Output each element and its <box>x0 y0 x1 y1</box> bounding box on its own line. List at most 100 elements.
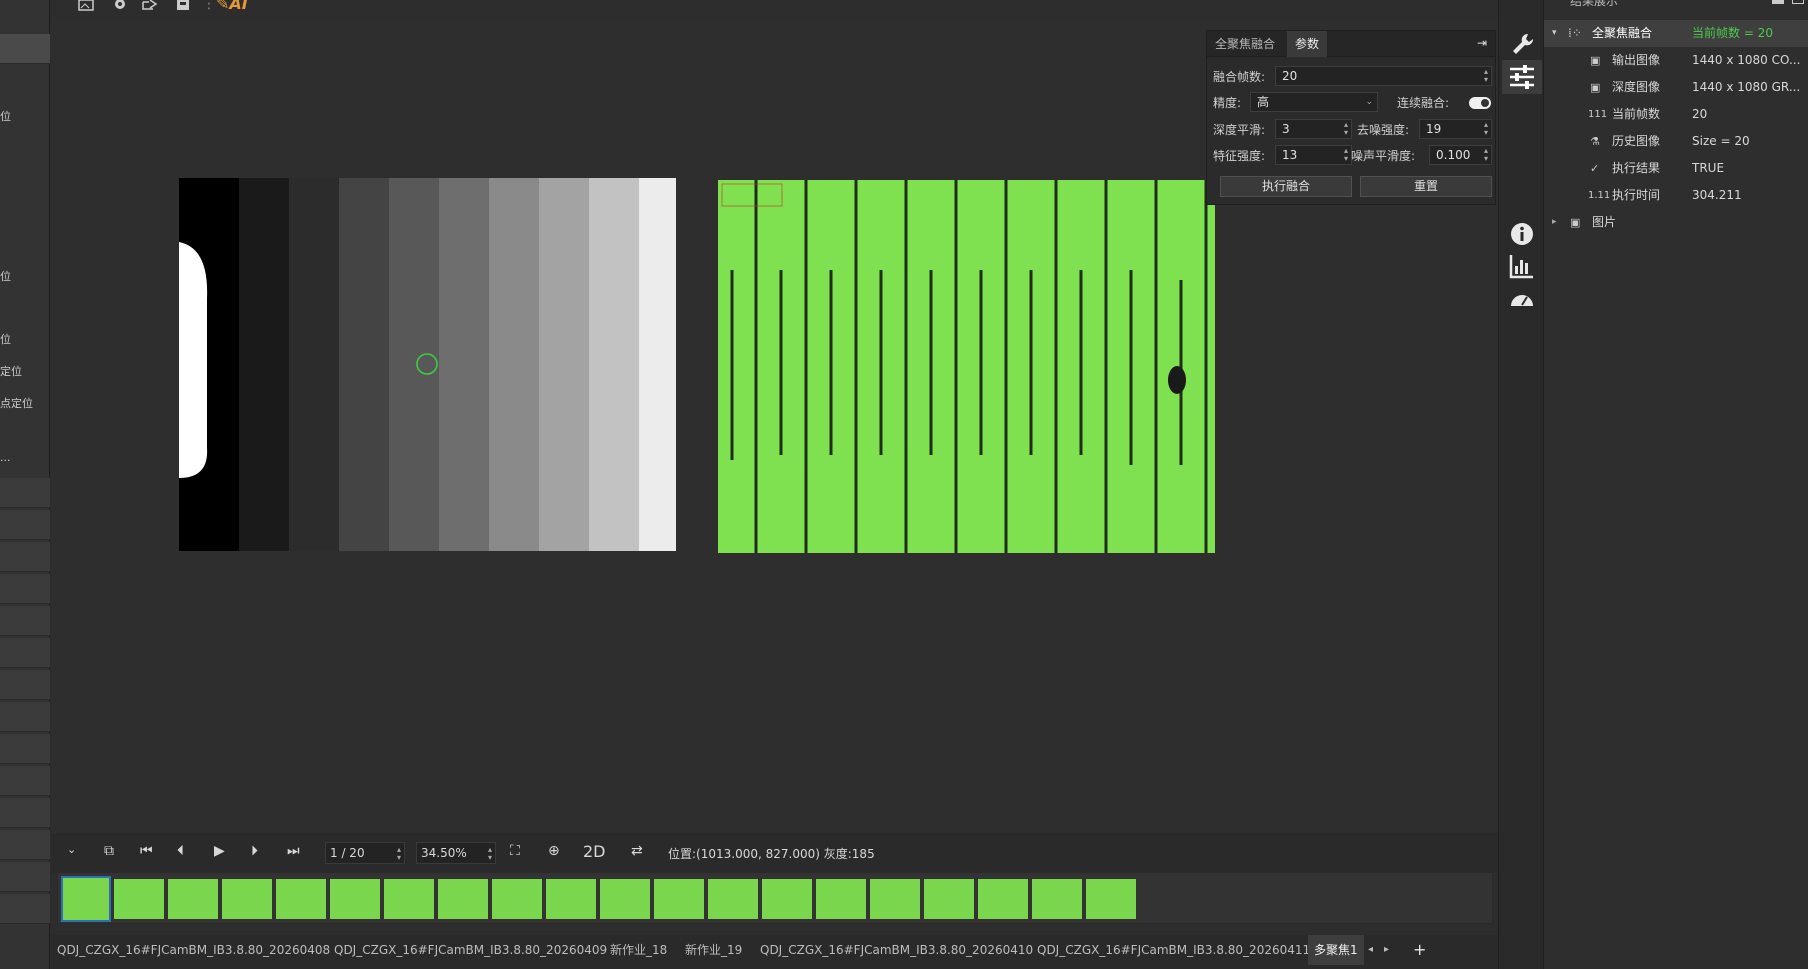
result-row-history-images[interactable]: ⚗ 历史图像 Size = 20 <box>1544 128 1808 155</box>
doc-tab-active[interactable]: 多聚焦1 <box>1308 935 1364 965</box>
spin-icon[interactable]: ▴ ▾ <box>1484 121 1488 137</box>
left-panel-item[interactable]: 位 <box>0 331 50 347</box>
thumbnail[interactable] <box>168 879 218 919</box>
left-panel-item[interactable]: ... <box>0 451 50 464</box>
thumbnail[interactable] <box>978 879 1028 919</box>
left-panel-row[interactable] <box>0 830 50 860</box>
thumbnail[interactable] <box>438 879 488 919</box>
export-icon[interactable] <box>141 0 159 12</box>
left-panel-row[interactable] <box>0 670 50 700</box>
thumbnail[interactable] <box>762 879 812 919</box>
image-add-icon[interactable] <box>77 0 97 12</box>
left-panel-item[interactable]: 位 <box>0 268 50 284</box>
left-panel-selected-row[interactable] <box>0 34 50 64</box>
tab-scroll-left-icon[interactable]: ◂ <box>1362 935 1379 965</box>
result-row-depth-image[interactable]: ▣ 深度图像 1440 x 1080 GR... <box>1544 74 1808 101</box>
left-panel-row[interactable] <box>0 638 50 668</box>
pin-icon[interactable]: ⇥ <box>1477 36 1487 50</box>
doc-tab[interactable]: QDJ_CZGX_16#FJCamBM_IB3.8.80_20260408 <box>51 935 336 965</box>
collapse-icon[interactable]: ⌄ <box>67 843 76 856</box>
spin-icon[interactable]: ▴ ▾ <box>1344 147 1348 163</box>
info-icon[interactable] <box>1508 220 1536 248</box>
thumbnail[interactable] <box>114 879 164 919</box>
continuous-fusion-toggle[interactable] <box>1469 97 1491 109</box>
reset-button[interactable]: 重置 <box>1360 176 1492 197</box>
first-frame-icon[interactable]: ⏮ <box>140 843 153 859</box>
left-panel-row[interactable] <box>0 574 50 604</box>
denoise-input[interactable]: 19 ▴ ▾ <box>1419 119 1492 139</box>
next-frame-icon[interactable]: ⏵ <box>251 843 258 859</box>
thumbnail[interactable] <box>708 879 758 919</box>
thumbnail[interactable] <box>1032 879 1082 919</box>
bar-chart-icon[interactable] <box>1508 252 1536 280</box>
gallery-icon[interactable]: ⧉ <box>104 843 114 859</box>
left-panel-row[interactable] <box>0 606 50 636</box>
thumbnail[interactable] <box>384 879 434 919</box>
wrench-icon[interactable] <box>1508 30 1536 58</box>
left-panel-row[interactable] <box>0 478 50 508</box>
thumbnail[interactable] <box>870 879 920 919</box>
view-mode-2d-button[interactable]: 2D <box>583 842 606 861</box>
run-fusion-button[interactable]: 执行融合 <box>1220 176 1352 197</box>
left-panel-row[interactable] <box>0 734 50 764</box>
thumbnail[interactable] <box>1086 879 1136 919</box>
left-panel-row[interactable] <box>0 702 50 732</box>
save-icon[interactable] <box>176 0 190 12</box>
ai-button[interactable]: ✎AI <box>216 0 248 13</box>
zoom-input[interactable]: 34.50% ▴ ▾ <box>416 842 496 864</box>
left-panel-row[interactable] <box>0 542 50 572</box>
left-panel-item[interactable]: 定位 <box>0 363 50 379</box>
tab-all-focus-fusion[interactable]: 全聚焦融合 <box>1207 31 1283 57</box>
precision-select[interactable]: 高 ⌄ <box>1250 92 1378 112</box>
thumbnail[interactable] <box>924 879 974 919</box>
gauge-icon[interactable] <box>1508 286 1536 314</box>
fusion-frames-input[interactable]: 20 ▴ ▾ <box>1275 66 1492 86</box>
thumbnail[interactable] <box>816 879 866 919</box>
crosshair-icon[interactable]: ⊕ <box>548 843 560 859</box>
noise-smooth-input[interactable]: 0.100 ▴ ▾ <box>1429 145 1492 165</box>
fit-screen-icon[interactable]: ⛶ <box>510 843 520 859</box>
left-panel-row[interactable] <box>0 894 50 924</box>
doc-tab[interactable]: 新作业_18 <box>604 935 673 965</box>
add-tab-icon[interactable]: + <box>1407 935 1432 965</box>
play-icon[interactable]: ▶ <box>214 843 225 859</box>
window-icon[interactable] <box>1792 0 1804 4</box>
thumbnail[interactable] <box>492 879 542 919</box>
frame-index-input[interactable]: 1 / 20 ▴ ▾ <box>325 842 405 864</box>
feature-strength-input[interactable]: 13 ▴ ▾ <box>1275 145 1352 165</box>
tab-scroll-right-icon[interactable]: ▸ <box>1378 935 1395 965</box>
tab-params[interactable]: 参数 <box>1287 31 1328 57</box>
doc-tab[interactable]: 新作业_19 <box>679 935 748 965</box>
thumbnail[interactable] <box>330 879 380 919</box>
left-panel-row[interactable] <box>0 510 50 540</box>
gear-icon[interactable] <box>112 0 128 12</box>
last-frame-icon[interactable]: ⏭ <box>287 843 300 859</box>
spin-icon[interactable]: ▴ ▾ <box>397 846 401 862</box>
result-root-row[interactable]: ▾ ⁞⁘ 全聚焦融合 当前帧数 = 20 <box>1544 20 1808 47</box>
left-panel-row[interactable] <box>0 766 50 796</box>
doc-tab[interactable]: QDJ_CZGX_16#FJCamBM_IB3.8.80_20260411 <box>1031 935 1316 965</box>
result-row-image-node[interactable]: ▸ ▣ 图片 <box>1544 209 1808 236</box>
result-row-current-frames[interactable]: 111 当前帧数 20 <box>1544 101 1808 128</box>
thumbnail[interactable] <box>546 879 596 919</box>
spin-icon[interactable]: ▴ ▾ <box>488 846 492 862</box>
thumbnail[interactable] <box>600 879 650 919</box>
result-row-exec-time[interactable]: 1.11 执行时间 304.211 <box>1544 182 1808 209</box>
thumbnail[interactable] <box>276 879 326 919</box>
sync-icon[interactable]: ⇄ <box>631 843 643 859</box>
thumbnail-selected[interactable] <box>61 876 111 922</box>
prev-frame-icon[interactable]: ⏴ <box>177 843 184 859</box>
thumbnail[interactable] <box>654 879 704 919</box>
doc-tab[interactable]: QDJ_CZGX_16#FJCamBM_IB3.8.80_20260410 <box>754 935 1039 965</box>
left-panel-row[interactable] <box>0 798 50 828</box>
doc-tab[interactable]: QDJ_CZGX_16#FJCamBM_IB3.8.80_20260409 <box>328 935 613 965</box>
left-panel-row[interactable] <box>0 862 50 892</box>
fused-output-image[interactable] <box>718 180 1215 553</box>
left-panel-item[interactable]: 点定位 <box>0 395 50 411</box>
thumbnail[interactable] <box>222 879 272 919</box>
spin-icon[interactable]: ▴ ▾ <box>1344 121 1348 137</box>
result-row-exec-result[interactable]: ✓ 执行结果 TRUE <box>1544 155 1808 182</box>
sliders-icon[interactable] <box>1508 63 1536 91</box>
depth-smooth-input[interactable]: 3 ▴ ▾ <box>1275 119 1352 139</box>
spin-icon[interactable]: ▴ ▾ <box>1484 147 1488 163</box>
